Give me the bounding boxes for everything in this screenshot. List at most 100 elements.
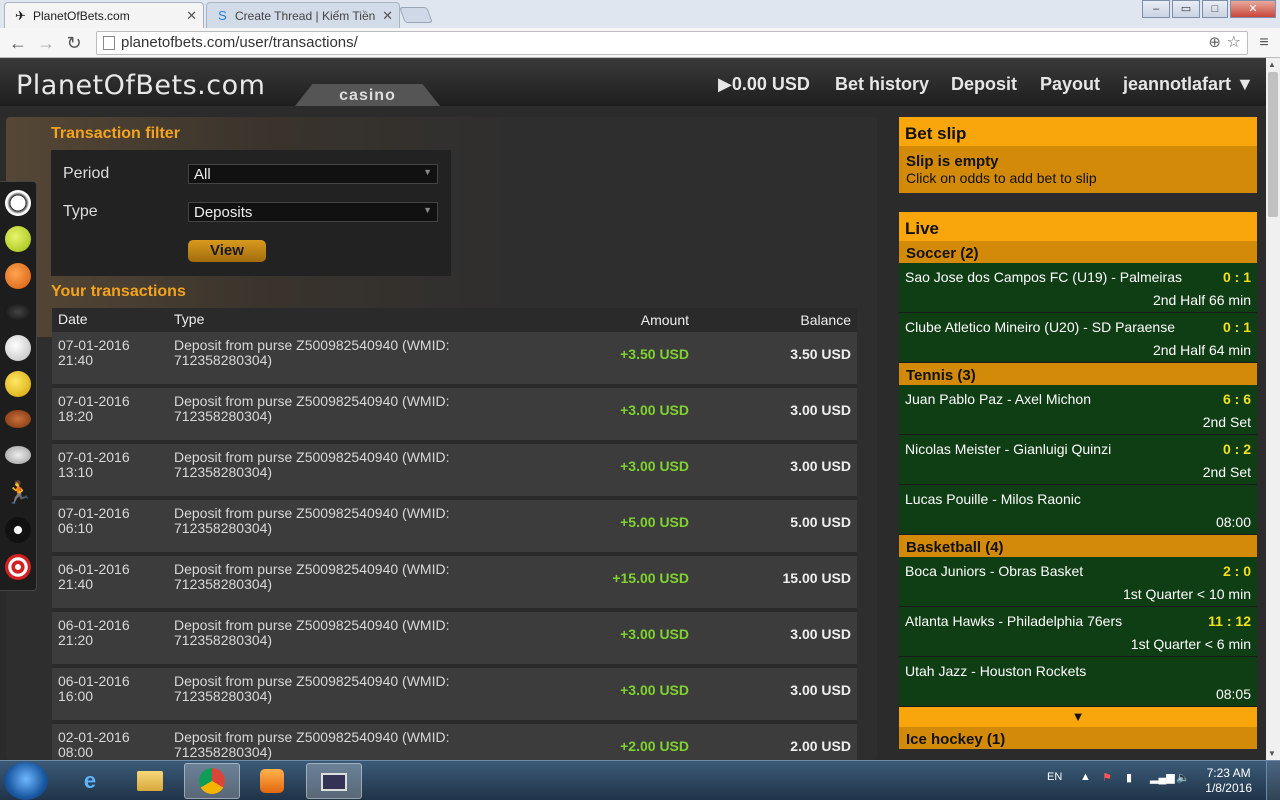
- action-center-icon[interactable]: ⚑: [1102, 771, 1112, 784]
- chevron-down-icon: ▼: [1071, 709, 1085, 724]
- windows-taskbar: e EN ▲ ⚑ ▮ ▂▄▆ 🔈 7:23 AM 1/8/2016: [0, 760, 1280, 800]
- chrome-menu-icon[interactable]: ≡: [1254, 33, 1274, 53]
- column-type[interactable]: Type: [174, 312, 474, 327]
- chrome-icon[interactable]: [184, 763, 240, 799]
- period-select[interactable]: All ▼: [188, 164, 438, 184]
- nav-deposit[interactable]: Deposit: [951, 74, 1017, 95]
- tx-balance: 3.00 USD: [790, 402, 851, 418]
- american-football-icon[interactable]: [5, 410, 31, 428]
- darts-icon[interactable]: [5, 554, 31, 580]
- live-match[interactable]: Utah Jazz - Houston Rockets 08:05: [899, 657, 1257, 707]
- scroll-up-icon[interactable]: ▲: [1268, 60, 1276, 69]
- tx-amount: +3.00 USD: [620, 402, 689, 418]
- nav-bet-history[interactable]: Bet history: [835, 74, 929, 95]
- tx-balance: 3.00 USD: [790, 458, 851, 474]
- close-tab-icon[interactable]: ✕: [186, 8, 197, 24]
- rugby-icon[interactable]: [5, 446, 31, 464]
- volleyball-icon[interactable]: [5, 335, 31, 361]
- tx-date-day: 07-01-2016: [58, 337, 130, 353]
- tx-date-day: 06-01-2016: [58, 617, 130, 633]
- show-desktop-button[interactable]: [1266, 761, 1280, 800]
- network-icon[interactable]: ▂▄▆: [1150, 771, 1175, 784]
- match-teams: Juan Pablo Paz - Axel Michon: [905, 391, 1091, 407]
- tx-date: 07-01-2016 21:40: [58, 338, 158, 368]
- site-logo[interactable]: PlanetOfBets.com: [16, 70, 265, 101]
- nav-payout[interactable]: Payout: [1040, 74, 1100, 95]
- browser-tab-strip: ✈ PlanetOfBets.com ✕ S Create Thread | K…: [0, 0, 1280, 28]
- maximize-button[interactable]: □: [1202, 0, 1228, 18]
- tx-balance: 15.00 USD: [782, 570, 851, 586]
- close-tab-icon[interactable]: ✕: [382, 8, 393, 24]
- match-status: 08:00: [1215, 514, 1251, 530]
- live-match[interactable]: Clube Atletico Mineiro (U20) - SD Paraen…: [899, 313, 1257, 363]
- handball-icon[interactable]: [5, 371, 31, 397]
- tab-create-thread[interactable]: S Create Thread | Kiếm Tiền ✕: [206, 2, 400, 28]
- tx-balance: 3.00 USD: [790, 626, 851, 642]
- scroll-down-icon[interactable]: ▼: [1268, 749, 1276, 758]
- url-input[interactable]: planetofbets.com/user/transactions/ ⊕ ☆: [96, 31, 1248, 55]
- tx-amount: +3.00 USD: [620, 682, 689, 698]
- transaction-filter: Period All ▼ Type Deposits ▼ View: [51, 150, 451, 276]
- page-scrollbar[interactable]: ▲ ▼: [1266, 58, 1280, 760]
- live-group-header[interactable]: Basketball (4): [899, 535, 1257, 557]
- live-group-header[interactable]: Soccer (2): [899, 241, 1257, 263]
- hockey-icon[interactable]: [5, 303, 31, 321]
- close-window-button[interactable]: ✕: [1230, 0, 1276, 18]
- column-amount[interactable]: Amount: [641, 312, 689, 328]
- column-balance[interactable]: Balance: [800, 312, 851, 328]
- clock[interactable]: 7:23 AM 1/8/2016: [1205, 766, 1252, 796]
- tab-planetofbets[interactable]: ✈ PlanetOfBets.com ✕: [4, 2, 204, 28]
- live-group-header[interactable]: Tennis (3): [899, 363, 1257, 385]
- balance-display[interactable]: ▶0.00 USD: [718, 74, 810, 95]
- live-match[interactable]: Lucas Pouille - Milos Raonic 08:00: [899, 485, 1257, 535]
- media-player-icon[interactable]: [244, 763, 300, 799]
- match-status: 2nd Set: [1202, 414, 1251, 430]
- battery-icon[interactable]: ▮: [1126, 771, 1132, 784]
- tennis-icon[interactable]: [5, 226, 31, 252]
- live-match[interactable]: Boca Juniors - Obras Basket 2 : 0 1st Quar…: [899, 557, 1257, 607]
- soccer-icon[interactable]: [5, 190, 31, 216]
- tx-type: Deposit from purse Z500982540940 (WMID: 7…: [174, 674, 474, 704]
- minimize-button[interactable]: –: [1142, 0, 1170, 18]
- snooker-icon[interactable]: [5, 517, 31, 543]
- tx-type-line1: Deposit from purse Z500982540940 (WMID:: [174, 673, 450, 689]
- reload-icon[interactable]: ↻: [62, 31, 86, 55]
- type-select[interactable]: Deposits ▼: [188, 202, 438, 222]
- view-button[interactable]: View: [188, 240, 266, 262]
- new-tab-button[interactable]: [399, 7, 433, 23]
- match-teams: Nicolas Meister - Gianluigi Quinzi: [905, 441, 1112, 457]
- url-text: planetofbets.com/user/transactions/: [121, 34, 358, 51]
- column-date[interactable]: Date: [58, 312, 158, 327]
- zoom-icon[interactable]: ⊕: [1208, 33, 1221, 51]
- match-score: 0 : 1: [1222, 319, 1251, 335]
- restore-button[interactable]: ▭: [1172, 0, 1200, 18]
- match-status: 2nd Set: [1202, 464, 1251, 480]
- back-arrow-icon[interactable]: ←: [6, 31, 30, 55]
- live-match[interactable]: Nicolas Meister - Gianluigi Quinzi 0 : 2 2…: [899, 435, 1257, 485]
- clock-date: 1/8/2016: [1205, 781, 1252, 795]
- file-explorer-icon[interactable]: [122, 763, 178, 799]
- language-indicator[interactable]: EN: [1047, 771, 1062, 783]
- volume-icon[interactable]: 🔈: [1176, 771, 1190, 784]
- match-teams: Lucas Pouille - Milos Raonic: [905, 491, 1081, 507]
- expand-more-button[interactable]: ▼: [899, 707, 1257, 727]
- table-row: 06-01-2016 21:20 Deposit from purse Z50098…: [52, 612, 857, 668]
- table-row: 06-01-2016 21:40 Deposit from purse Z50098…: [52, 556, 857, 612]
- tray-arrow-icon[interactable]: ▲: [1080, 771, 1091, 783]
- live-match[interactable]: Atlanta Hawks - Philadelphia 76ers 11 : 1…: [899, 607, 1257, 657]
- live-match[interactable]: Sao Jose dos Campos FC (U19) - Palmeiras…: [899, 263, 1257, 313]
- live-group-header[interactable]: Ice hockey (1): [899, 727, 1257, 749]
- start-button[interactable]: [4, 762, 48, 800]
- internet-explorer-icon[interactable]: e: [62, 763, 118, 799]
- remote-desktop-icon[interactable]: [306, 763, 362, 799]
- live-match[interactable]: Juan Pablo Paz - Axel Michon 6 : 6 2nd Set: [899, 385, 1257, 435]
- casino-tab[interactable]: casino: [295, 84, 440, 106]
- table-row: 07-01-2016 06:10 Deposit from purse Z50098…: [52, 500, 857, 556]
- basketball-icon[interactable]: [5, 263, 31, 289]
- user-menu[interactable]: jeannotlafart ▼: [1123, 74, 1254, 95]
- tx-type-line2: 712358280304): [174, 520, 273, 536]
- scrollbar-thumb[interactable]: [1268, 72, 1278, 217]
- athletics-icon[interactable]: 🏃: [5, 480, 32, 506]
- bookmark-star-icon[interactable]: ☆: [1227, 32, 1241, 52]
- forward-arrow-icon[interactable]: →: [34, 31, 58, 55]
